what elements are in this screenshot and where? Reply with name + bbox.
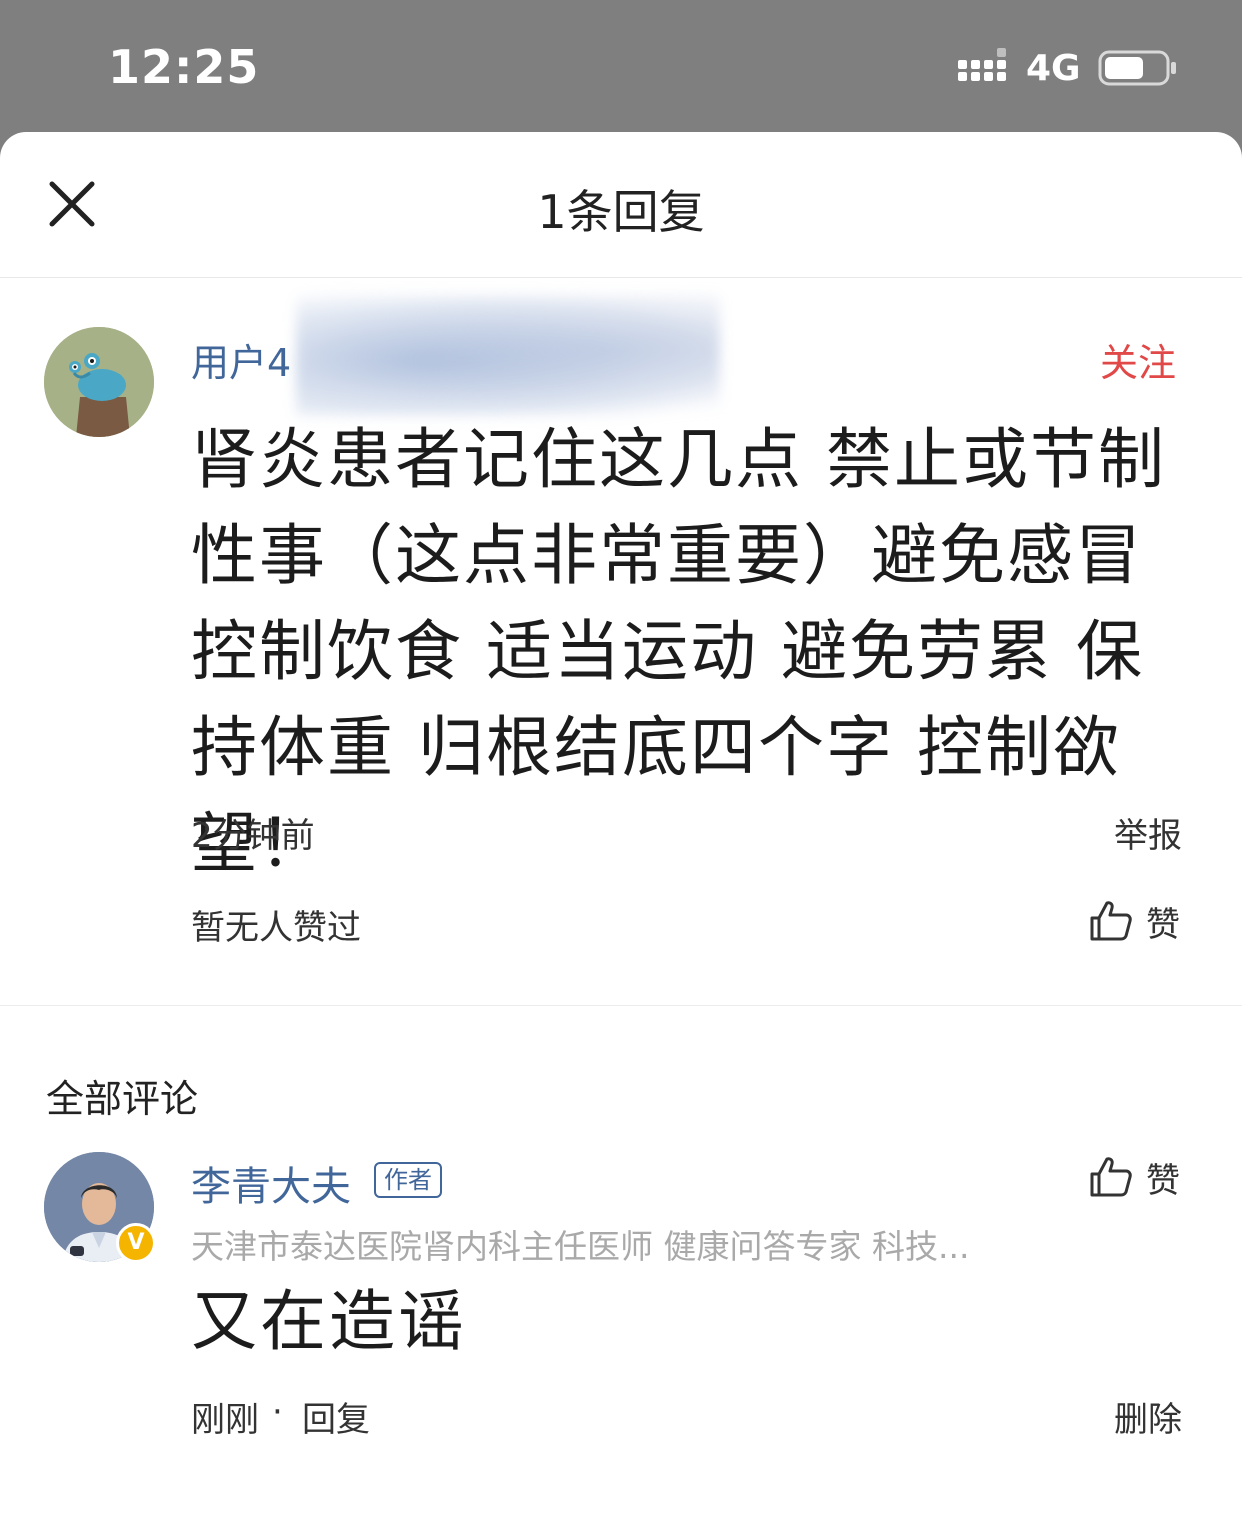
- like-button[interactable]: 赞: [1088, 896, 1180, 946]
- username-link[interactable]: 用户4: [191, 332, 291, 387]
- signal-icon: [958, 48, 1006, 81]
- reply-button[interactable]: 回复: [302, 1392, 370, 1441]
- reply-like-label: 赞: [1146, 1160, 1180, 1201]
- status-bar: 12:25 4G: [0, 0, 1242, 132]
- thumbs-up-icon: [1090, 1157, 1132, 1197]
- user-avatar[interactable]: [44, 327, 154, 437]
- reply-sheet: 1条回复 用户4 关注 肾炎患者记住这几点 禁止或节制性事（这点非常重要）避免感…: [0, 132, 1242, 1532]
- sheet-title: 1条回复: [537, 185, 705, 239]
- network-label: 4G: [1026, 48, 1081, 89]
- divider: [0, 1005, 1242, 1006]
- redaction-blur: [296, 294, 720, 416]
- comment-time: 2分钟前: [191, 816, 315, 856]
- author-tag: 作者: [374, 1162, 442, 1198]
- sheet-header: 1条回复: [0, 132, 1242, 278]
- thumbs-up-icon: [1090, 901, 1132, 941]
- report-button[interactable]: 举报: [1114, 808, 1182, 857]
- reply-time: 刚刚: [191, 1400, 259, 1440]
- verified-badge-icon: V: [116, 1223, 156, 1263]
- reply-text: 又在造谣: [191, 1283, 467, 1360]
- battery-icon: [1098, 50, 1176, 86]
- delete-button[interactable]: 删除: [1114, 1392, 1182, 1441]
- reply-like-button[interactable]: 赞: [1088, 1152, 1180, 1202]
- status-time: 12:25: [108, 40, 260, 94]
- reply-separator: ·: [272, 1392, 283, 1432]
- likes-summary: 暂无人赞过: [191, 908, 361, 948]
- reply-author-title: 天津市泰达医院肾内科主任医师 健康问答专家 科技...: [191, 1227, 970, 1266]
- reply-author-link[interactable]: 李青大夫: [191, 1154, 351, 1212]
- all-comments-title: 全部评论: [46, 1077, 199, 1121]
- avatar-illustration-icon: [44, 327, 154, 437]
- like-label: 赞: [1146, 904, 1180, 945]
- comment-text: 肾炎患者记住这几点 禁止或节制性事（这点非常重要）避免感冒 控制饮食 适当运动 …: [191, 421, 1166, 882]
- follow-button[interactable]: 关注: [1100, 332, 1176, 387]
